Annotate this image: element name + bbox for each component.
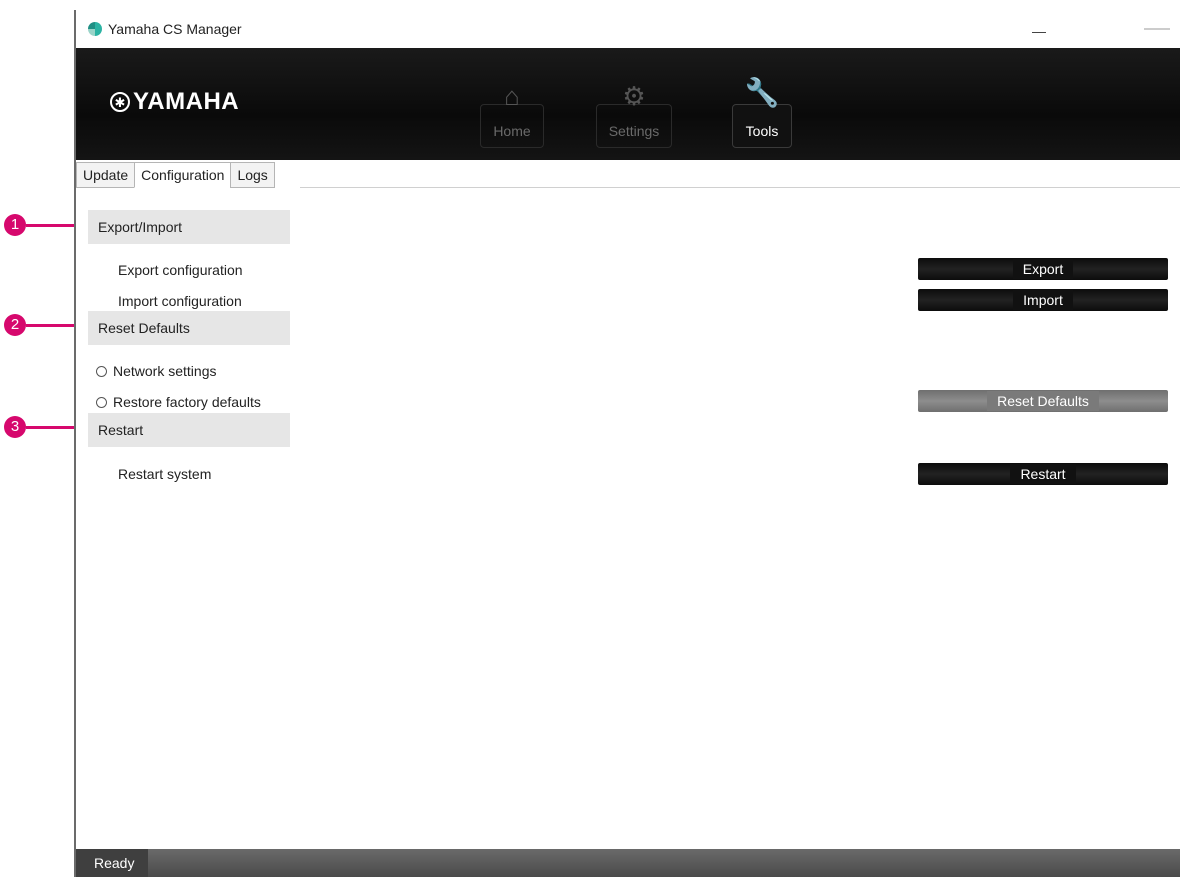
network-settings-label: Network settings (113, 363, 217, 379)
callout-number: 1 (4, 214, 26, 236)
tab-logs[interactable]: Logs (230, 162, 275, 188)
nav-settings-label: Settings (608, 123, 660, 139)
reset-defaults-button-label: Reset Defaults (987, 391, 1099, 411)
tab-divider (300, 187, 1180, 188)
radio-restore-factory-defaults[interactable]: Restore factory defaults (96, 394, 261, 410)
export-configuration-label: Export configuration (118, 262, 243, 278)
tab-update[interactable]: Update (76, 162, 136, 188)
restart-system-label: Restart system (118, 466, 212, 482)
section-restart: Restart (88, 413, 290, 447)
nav-tools-label: Tools (745, 123, 779, 139)
import-configuration-label: Import configuration (118, 293, 242, 309)
app-logo-icon (88, 22, 102, 36)
nav-tools[interactable]: 🔧 Tools (732, 79, 792, 148)
gear-icon: ⚙ (622, 81, 646, 111)
tuning-fork-icon: ✱ (110, 92, 130, 112)
section-export-import: Export/Import (88, 210, 290, 244)
app-header: ✱ YAMAHA ⌂ Home ⚙ Settings 🔧 Tools (76, 48, 1180, 160)
status-text: Ready (76, 849, 149, 877)
restart-button[interactable]: Restart (918, 463, 1168, 485)
export-button-label: Export (1012, 259, 1074, 279)
status-bar: Ready (76, 849, 1180, 877)
title-bar: Yamaha CS Manager (76, 10, 1180, 48)
export-button[interactable]: Export (918, 258, 1168, 280)
radio-button[interactable] (96, 397, 107, 408)
configuration-panel: Export/Import Export configuration Expor… (76, 190, 1180, 849)
radio-network-settings[interactable]: Network settings (96, 363, 216, 379)
logo-text: YAMAHA (133, 88, 240, 115)
reset-defaults-button[interactable]: Reset Defaults (918, 390, 1168, 412)
wrench-icon: 🔧 (744, 77, 780, 108)
yamaha-logo: ✱ YAMAHA (110, 88, 239, 116)
nav-home[interactable]: ⌂ Home (480, 83, 544, 148)
app-window: Yamaha CS Manager ✱ YAMAHA ⌂ Home ⚙ Sett… (74, 10, 1180, 877)
section-reset-defaults: Reset Defaults (88, 311, 290, 345)
callout-number: 2 (4, 314, 26, 336)
nav-home-label: Home (493, 123, 531, 139)
tab-bar: Update Configuration Logs (76, 162, 275, 188)
callout-number: 3 (4, 416, 26, 438)
radio-button[interactable] (96, 366, 107, 377)
window-title: Yamaha CS Manager (108, 21, 242, 37)
minimize-button[interactable] (1032, 22, 1046, 33)
restart-button-label: Restart (1010, 464, 1076, 484)
home-icon: ⌂ (504, 81, 520, 111)
restore-factory-defaults-label: Restore factory defaults (113, 394, 261, 410)
nav-settings[interactable]: ⚙ Settings (596, 83, 672, 148)
close-button[interactable] (1144, 28, 1170, 30)
tab-configuration[interactable]: Configuration (134, 162, 232, 188)
import-button[interactable]: Import (918, 289, 1168, 311)
import-button-label: Import (1013, 290, 1073, 310)
